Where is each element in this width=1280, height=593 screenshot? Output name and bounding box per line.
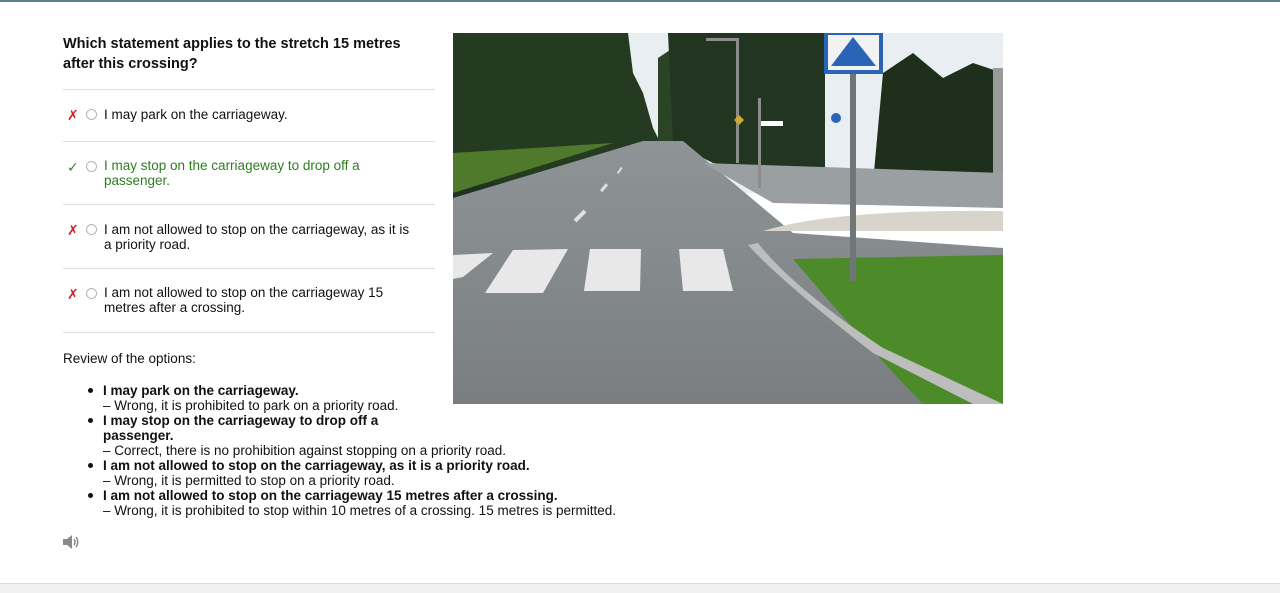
option-label: I may stop on the carriageway to drop of… (104, 158, 360, 188)
option-label: I am not allowed to stop on the carriage… (104, 222, 410, 252)
review-explanation: – Wrong, it is permitted to stop on a pr… (103, 473, 395, 488)
review-option: I am not allowed to stop on the carriage… (103, 488, 558, 503)
review-title: Review of the options: (63, 351, 196, 366)
review-explanation: – Correct, there is no prohibition again… (103, 443, 506, 458)
wrong-mark-icon: ✗ (67, 286, 79, 302)
radio-button[interactable] (86, 224, 97, 235)
wrong-mark-icon: ✗ (67, 107, 79, 123)
option-2[interactable]: ✓ I may stop on the carriageway to drop … (63, 141, 435, 204)
option-4[interactable]: ✗ I am not allowed to stop on the carria… (63, 268, 435, 333)
road-crossing-photo (453, 33, 1003, 404)
speaker-icon[interactable] (62, 534, 80, 550)
review-option: I may stop on the carriageway to drop of… (103, 413, 379, 443)
wrong-mark-icon: ✗ (67, 222, 79, 238)
question-text: Which statement applies to the stretch 1… (63, 36, 401, 72)
option-1[interactable]: ✗ I may park on the carriageway. (63, 89, 435, 141)
radio-button[interactable] (86, 109, 97, 120)
check-mark-icon: ✓ (67, 159, 79, 175)
review-item: I am not allowed to stop on the carriage… (63, 488, 663, 518)
review-explanation: – Wrong, it is prohibited to stop within… (103, 503, 616, 518)
review-option: I am not allowed to stop on the carriage… (103, 458, 530, 473)
review-item: I may stop on the carriageway to drop of… (63, 413, 663, 458)
top-rule (0, 0, 1280, 2)
review-item: I am not allowed to stop on the carriage… (63, 458, 663, 488)
radio-button[interactable] (86, 161, 97, 172)
option-3[interactable]: ✗ I am not allowed to stop on the carria… (63, 204, 435, 268)
radio-button[interactable] (86, 288, 97, 299)
option-label: I am not allowed to stop on the carriage… (104, 285, 384, 315)
option-label: I may park on the carriageway. (104, 107, 288, 122)
answer-options: ✗ I may park on the carriageway. ✓ I may… (63, 89, 435, 333)
